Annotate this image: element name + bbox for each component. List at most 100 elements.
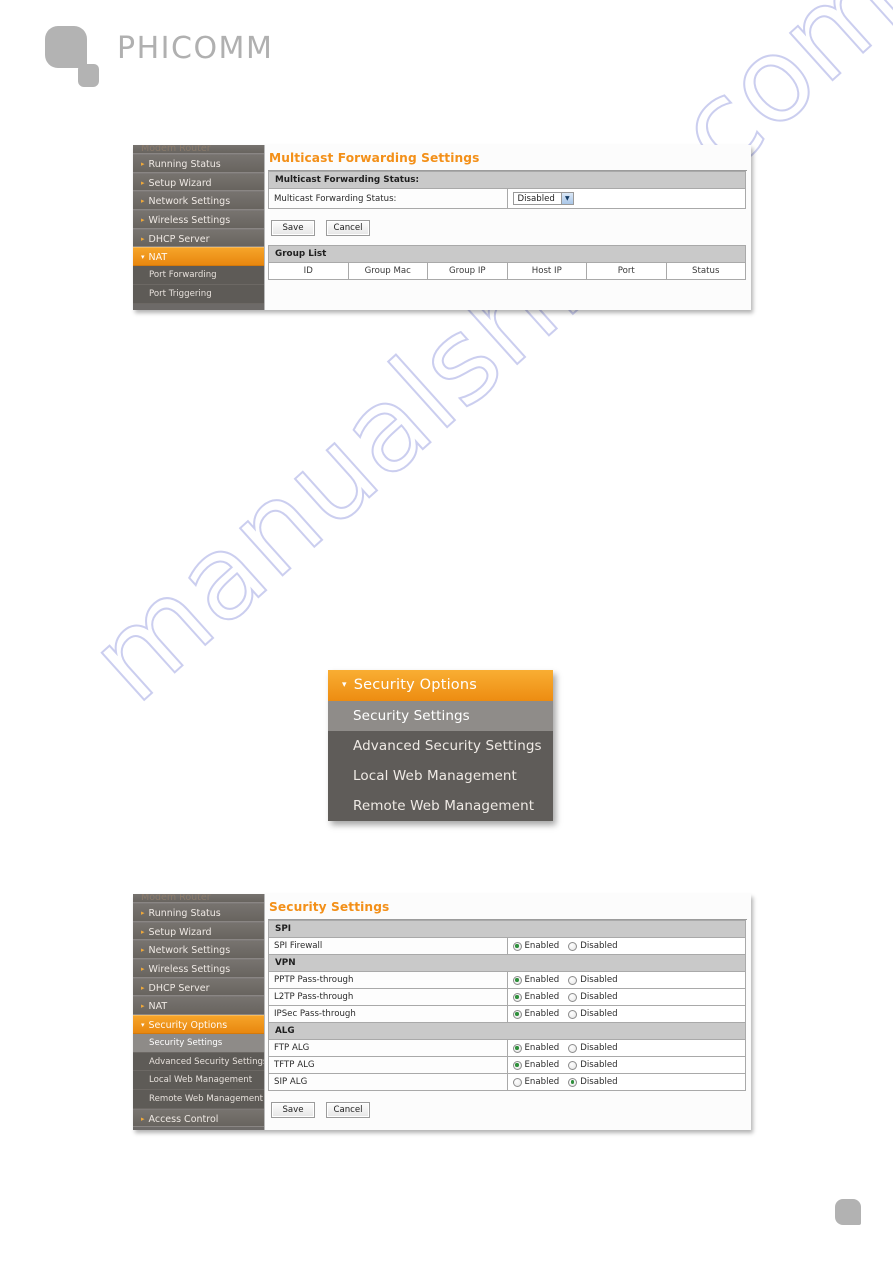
security-settings-table: SPI SPI Firewall Enabled Disabled VPN PP… [268,920,746,1091]
radio-label: Disabled [580,941,618,951]
radio-group-tftp-alg: Enabled Disabled [512,1060,741,1070]
sidebar-item-setup-wizard[interactable]: ▸ Setup Wizard [133,921,264,941]
radio-option-disabled[interactable]: Disabled [568,1009,618,1019]
radio-enabled-icon[interactable] [512,1009,522,1019]
sidebar-item-label: Security Options [148,1020,228,1032]
sidebar-item-security-options[interactable]: ▾ Security Options [133,1015,264,1034]
caret-right-icon: ▸ [141,216,145,225]
save-button[interactable]: Save [271,220,315,236]
radio-enabled-icon[interactable] [512,992,522,1002]
radio-enabled-icon[interactable] [512,975,522,985]
radio-label: Enabled [524,941,560,951]
logo-shape-primary [45,26,87,68]
sidebar-item-access-control[interactable]: ▸ Access Control [133,1108,264,1128]
menu-item-security-settings[interactable]: Security Settings [328,701,553,731]
sidebar-subitem-advanced-security-settings[interactable]: Advanced Security Settings [133,1052,264,1072]
radio-disabled-icon[interactable] [568,1060,578,1070]
sidebar-item-label: DHCP Server [148,982,210,994]
row-value-spi-firewall: Enabled Disabled [506,937,746,955]
sidebar-item-running-status[interactable]: ▸ Running Status [133,903,264,922]
caret-down-icon: ▾ [141,1021,145,1030]
radio-disabled-icon[interactable] [568,975,578,985]
sidebar-subitem-port-triggering[interactable]: Port Triggering [133,284,264,304]
radio-option-disabled[interactable]: Disabled [568,1043,618,1053]
radio-disabled-icon[interactable] [568,1043,578,1053]
router-ui-screenshot-multicast: Modem Router ▸ Running Status ▸ Setup Wiza… [133,145,751,310]
radio-option-disabled[interactable]: Disabled [568,992,618,1002]
radio-option-enabled[interactable]: Enabled [512,975,559,985]
radio-enabled-icon[interactable] [512,941,522,951]
radio-option-enabled[interactable]: Enabled [512,1077,559,1087]
radio-option-enabled[interactable]: Enabled [512,1060,559,1070]
radio-disabled-icon[interactable] [568,1009,578,1019]
radio-label: Disabled [580,992,618,1002]
radio-option-enabled[interactable]: Enabled [512,941,560,951]
table-row: IPSec Pass-through Enabled Disabled [268,1005,746,1023]
sidebar-item-clipped-top: Modem Router [133,145,264,154]
row-value-pptp-pass-through: Enabled Disabled [506,971,746,989]
sidebar-item-setup-wizard[interactable]: ▸ Setup Wizard [133,172,264,192]
sidebar-item-wireless-settings[interactable]: ▸ Wireless Settings [133,210,264,229]
menu-item-advanced-security-settings[interactable]: Advanced Security Settings [328,731,553,761]
sidebar-item-nat[interactable]: ▸ NAT [133,996,264,1016]
radio-enabled-icon[interactable] [512,1077,522,1087]
radio-group-l2tp-pass-through: Enabled Disabled [512,992,741,1002]
router-ui-screenshot-security: Modem Router ▸ Running Status ▸ Setup Wiza… [133,894,751,1130]
sidebar-subitem-security-settings[interactable]: Security Settings [133,1033,264,1053]
sidebar-subitem-local-web-management[interactable]: Local Web Management [133,1071,264,1090]
sidebar-item-label: Network Settings [148,945,231,957]
sidebar-nav-bottom: Modem Router ▸ Running Status ▸ Setup Wiza… [133,894,264,1130]
select-value: Disabled [517,193,555,204]
menu-item-remote-web-management[interactable]: Remote Web Management [328,791,553,821]
radio-group-ftp-alg: Enabled Disabled [512,1043,741,1053]
radio-option-enabled[interactable]: Enabled [512,1009,559,1019]
row-label-spi-firewall: SPI Firewall [268,937,508,955]
cancel-button[interactable]: Cancel [326,1102,370,1118]
form-actions-multicast: Save Cancel [265,209,751,245]
radio-enabled-icon[interactable] [512,1043,522,1053]
multicast-status-table: Multicast Forwarding Status: Multicast F… [268,171,746,209]
sidebar-item-wireless-settings[interactable]: ▸ Wireless Settings [133,959,264,978]
menu-header-security-options[interactable]: ▾ Security Options [328,670,553,701]
multicast-status-select[interactable]: Disabled ▼ [512,192,574,205]
row-value-ftp-alg: Enabled Disabled [506,1039,746,1057]
row-value-tftp-alg: Enabled Disabled [506,1056,746,1074]
sidebar-item-label: NAT [148,1001,168,1013]
radio-group-spi-firewall: Enabled Disabled [512,941,741,951]
radio-option-disabled[interactable]: Disabled [568,1077,618,1087]
radio-option-disabled[interactable]: Disabled [568,975,618,985]
sidebar-item-label: Access Control [148,1113,219,1125]
page-title: Multicast Forwarding Settings [269,151,480,165]
sidebar-item-running-status[interactable]: ▸ Running Status [133,154,264,173]
menu-item-local-web-management[interactable]: Local Web Management [328,761,553,791]
radio-label: Disabled [580,1009,618,1019]
radio-option-enabled[interactable]: Enabled [512,1043,559,1053]
sidebar-item-dhcp-server[interactable]: ▸ DHCP Server [133,228,264,248]
page-title: Security Settings [269,900,390,914]
save-button[interactable]: Save [271,1102,315,1118]
group-list-table: Group List ID Group Mac Group IP Host IP… [268,245,746,280]
column-header-status: Status [665,262,746,280]
sidebar-item-label: DHCP Server [148,233,210,245]
radio-disabled-icon[interactable] [568,1077,578,1087]
radio-disabled-icon[interactable] [568,941,578,951]
sidebar-subitem-remote-web-management[interactable]: Remote Web Management [133,1089,264,1109]
cancel-button[interactable]: Cancel [326,220,370,236]
sidebar-item-network-settings[interactable]: ▸ Network Settings [133,191,264,211]
radio-enabled-icon[interactable] [512,1060,522,1070]
sidebar-subitem-port-forwarding[interactable]: Port Forwarding [133,266,264,285]
table-row: SPI Firewall Enabled Disabled [268,937,746,955]
caret-right-icon: ▸ [141,983,145,992]
row-label-l2tp-pass-through: L2TP Pass-through [268,988,508,1006]
radio-option-disabled[interactable]: Disabled [568,941,618,951]
radio-disabled-icon[interactable] [568,992,578,1002]
radio-option-enabled[interactable]: Enabled [512,992,559,1002]
table-header-row: ID Group Mac Group IP Host IP Port Statu… [268,262,746,280]
sidebar-item-network-settings[interactable]: ▸ Network Settings [133,940,264,960]
sidebar-item-label: NAT [148,252,168,264]
sidebar-item-dhcp-server[interactable]: ▸ DHCP Server [133,977,264,997]
table-row: FTP ALG Enabled Disabled [268,1039,746,1057]
sidebar-item-nat[interactable]: ▾ NAT [133,247,264,267]
radio-option-disabled[interactable]: Disabled [568,1060,618,1070]
table-row: L2TP Pass-through Enabled Disabled [268,988,746,1006]
